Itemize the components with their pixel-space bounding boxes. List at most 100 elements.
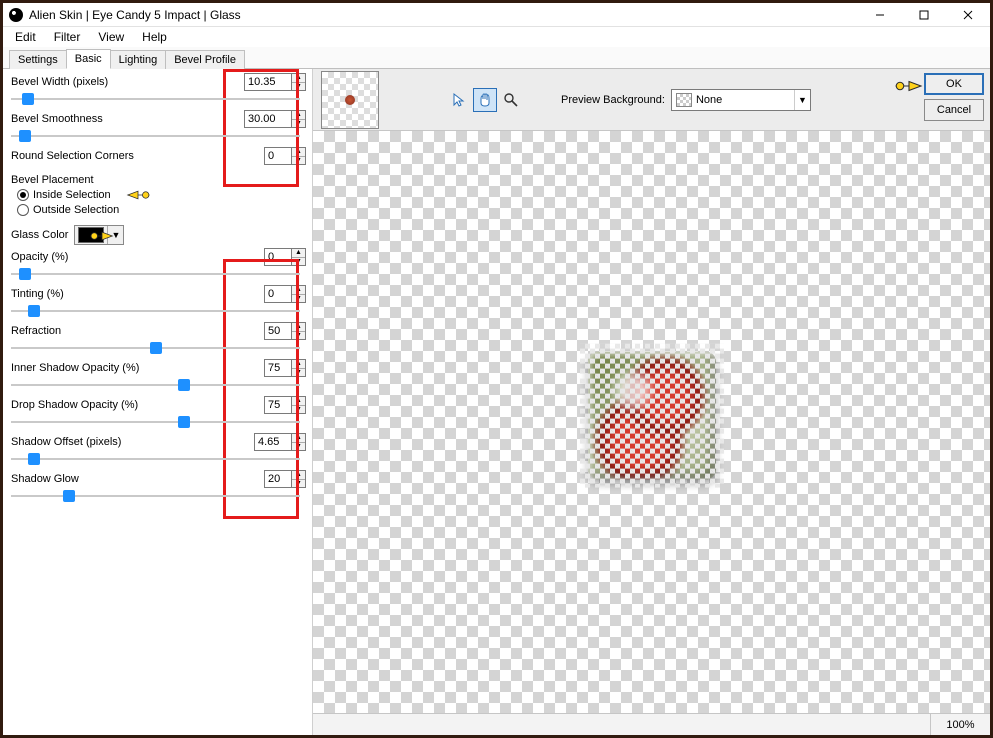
- pointer-tool[interactable]: [447, 88, 471, 112]
- spin-down[interactable]: ▼: [292, 157, 305, 165]
- menu-edit[interactable]: Edit: [7, 28, 44, 46]
- preview-canvas[interactable]: [313, 131, 990, 713]
- spin-up[interactable]: ▲: [292, 397, 305, 406]
- refraction-input[interactable]: [264, 322, 292, 340]
- preview-background-value: None: [696, 94, 794, 106]
- preview-panel: Preview Background: None ▼ OK: [313, 69, 990, 735]
- cancel-button-label: Cancel: [937, 104, 971, 116]
- slider-refraction: Refraction ▲▼: [11, 322, 306, 356]
- label: Bevel Smoothness: [11, 113, 244, 125]
- checker-icon: [676, 93, 692, 107]
- spin-down[interactable]: ▼: [292, 443, 305, 451]
- tab-bar: Settings Basic Lighting Bevel Profile: [3, 47, 990, 69]
- radio-inside-selection[interactable]: Inside Selection: [17, 189, 306, 201]
- bevel-smoothness-input[interactable]: [244, 110, 292, 128]
- label: Drop Shadow Opacity (%): [11, 399, 264, 411]
- radio-outside-selection[interactable]: Outside Selection: [17, 204, 306, 216]
- ok-button[interactable]: OK: [924, 73, 984, 95]
- menu-filter[interactable]: Filter: [46, 28, 89, 46]
- spin-up[interactable]: ▲: [292, 434, 305, 443]
- radio-icon: [17, 189, 29, 201]
- tab-basic[interactable]: Basic: [66, 49, 111, 69]
- preview-background-select[interactable]: None ▼: [671, 89, 811, 111]
- spin-up[interactable]: ▲: [292, 286, 305, 295]
- status-bar: 100%: [313, 713, 990, 735]
- bevel-width-input[interactable]: [244, 73, 292, 91]
- cancel-button[interactable]: Cancel: [924, 99, 984, 121]
- opacity-slider[interactable]: [11, 267, 300, 281]
- annotation-hand-icon: [894, 75, 924, 97]
- zoom-tool[interactable]: [499, 88, 523, 112]
- slider-shadow-offset: Shadow Offset (pixels) ▲▼: [11, 433, 306, 467]
- window: Alien Skin | Eye Candy 5 Impact | Glass …: [0, 0, 993, 738]
- window-title: Alien Skin | Eye Candy 5 Impact | Glass: [29, 8, 241, 22]
- spin-up[interactable]: ▲: [292, 148, 305, 157]
- preview-background-label: Preview Background:: [561, 94, 665, 106]
- spin-down[interactable]: ▼: [292, 120, 305, 128]
- close-button[interactable]: [946, 3, 990, 27]
- slider-opacity: Opacity (%) ▲▼: [11, 248, 306, 282]
- spin-up[interactable]: ▲: [292, 249, 305, 258]
- spin-down[interactable]: ▼: [292, 295, 305, 303]
- preview-toolbar: Preview Background: None ▼ OK: [313, 69, 990, 131]
- label: Shadow Glow: [11, 473, 264, 485]
- slider-round-corners: Round Selection Corners ▲▼: [11, 147, 306, 165]
- titlebar: Alien Skin | Eye Candy 5 Impact | Glass: [3, 3, 990, 27]
- drop-shadow-input[interactable]: [264, 396, 292, 414]
- opacity-input[interactable]: [264, 248, 292, 266]
- spin-down[interactable]: ▼: [292, 480, 305, 488]
- ok-button-label: OK: [946, 78, 962, 90]
- menu-view[interactable]: View: [90, 28, 132, 46]
- radio-label: Outside Selection: [33, 204, 119, 216]
- spin-down[interactable]: ▼: [292, 258, 305, 266]
- round-corners-input[interactable]: [264, 147, 292, 165]
- radio-icon: [17, 204, 29, 216]
- spin-down[interactable]: ▼: [292, 369, 305, 377]
- spin-up[interactable]: ▲: [292, 471, 305, 480]
- slider-bevel-width: Bevel Width (pixels) ▲▼: [11, 73, 306, 107]
- spin-up[interactable]: ▲: [292, 323, 305, 332]
- label: Opacity (%): [11, 251, 264, 263]
- spin-up[interactable]: ▲: [292, 74, 305, 83]
- label: Inner Shadow Opacity (%): [11, 362, 264, 374]
- bevel-smoothness-slider[interactable]: [11, 129, 300, 143]
- app-icon: [9, 8, 23, 22]
- glass-color-row: Glass Color ▼: [11, 225, 306, 245]
- glass-color-label: Glass Color: [11, 229, 68, 241]
- hand-tool[interactable]: [473, 88, 497, 112]
- tab-lighting[interactable]: Lighting: [110, 50, 167, 69]
- spin-down[interactable]: ▼: [292, 332, 305, 340]
- spin-down[interactable]: ▼: [292, 83, 305, 91]
- bevel-width-slider[interactable]: [11, 92, 300, 106]
- slider-bevel-smoothness: Bevel Smoothness ▲▼: [11, 110, 306, 144]
- tinting-slider[interactable]: [11, 304, 300, 318]
- menu-help[interactable]: Help: [134, 28, 175, 46]
- glass-color-picker[interactable]: ▼: [74, 225, 124, 245]
- shadow-offset-input[interactable]: [254, 433, 292, 451]
- inner-shadow-slider[interactable]: [11, 378, 300, 392]
- tab-bevel[interactable]: Bevel Profile: [165, 50, 245, 69]
- drop-shadow-slider[interactable]: [11, 415, 300, 429]
- slider-inner-shadow: Inner Shadow Opacity (%) ▲▼: [11, 359, 306, 393]
- chevron-down-icon: ▼: [107, 226, 123, 244]
- minimize-button[interactable]: [858, 3, 902, 27]
- chevron-down-icon: ▼: [794, 90, 810, 110]
- spin-up[interactable]: ▲: [292, 360, 305, 369]
- shadow-glow-slider[interactable]: [11, 489, 300, 503]
- menu-bar: Edit Filter View Help: [3, 27, 990, 47]
- spin-up[interactable]: ▲: [292, 111, 305, 120]
- tab-settings[interactable]: Settings: [9, 50, 67, 69]
- tinting-input[interactable]: [264, 285, 292, 303]
- maximize-button[interactable]: [902, 3, 946, 27]
- thumbnail-preview[interactable]: [321, 71, 379, 129]
- shadow-offset-slider[interactable]: [11, 452, 300, 466]
- label: Bevel Width (pixels): [11, 76, 244, 88]
- inner-shadow-input[interactable]: [264, 359, 292, 377]
- zoom-level[interactable]: 100%: [930, 714, 990, 735]
- shadow-glow-input[interactable]: [264, 470, 292, 488]
- refraction-slider[interactable]: [11, 341, 300, 355]
- preview-image: [588, 352, 716, 480]
- label: Tinting (%): [11, 288, 264, 300]
- spin-down[interactable]: ▼: [292, 406, 305, 414]
- slider-shadow-glow: Shadow Glow ▲▼: [11, 470, 306, 504]
